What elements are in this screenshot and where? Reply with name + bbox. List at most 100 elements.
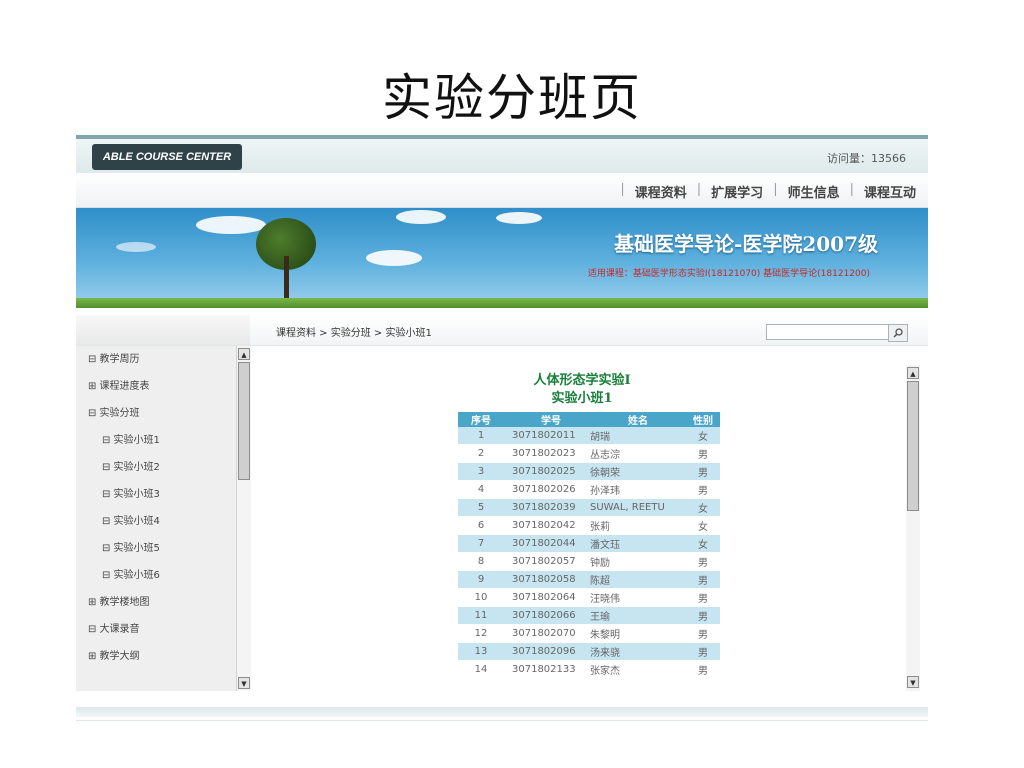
cell-name: 朱黎明 [590, 624, 686, 643]
content-scrollbar[interactable]: ▲ ▼ [906, 365, 920, 691]
table-row: 13 3071802096 汤来骁男 [458, 642, 720, 661]
magnifier-icon [893, 328, 903, 338]
cloud-decoration [366, 250, 422, 266]
table-row: 12 3071802070 朱黎明男 [458, 624, 720, 643]
cell-index: 13 [458, 642, 504, 661]
table-row: 1 3071802011 胡瑞女 [458, 427, 720, 445]
cell-student-id: 3071802133 [504, 660, 590, 679]
table-row: 4 3071802026 孙泽玮男 [458, 480, 720, 499]
cell-name: 钟励 [590, 552, 686, 571]
cell-name: 汤来骁 [590, 642, 686, 661]
cell-index: 4 [458, 480, 504, 499]
nav-item-extended-learning[interactable]: 扩展学习 [711, 182, 763, 201]
nav-item-course-interaction[interactable]: 课程互动 [864, 182, 916, 201]
cell-student-id: 3071802096 [504, 642, 590, 661]
cell-index: 9 [458, 570, 504, 589]
cell-gender: 男 [686, 606, 720, 625]
cell-name: 陈超 [590, 570, 686, 589]
table-title-group: 实验小班1 [551, 391, 613, 406]
cell-student-id: 3071802057 [504, 552, 590, 571]
cell-name: 丛志淙 [590, 444, 686, 463]
col-header-name: 姓名 [590, 412, 686, 427]
cell-name: 汪晓伟 [590, 588, 686, 607]
cell-gender: 男 [686, 570, 720, 589]
cell-name: 张家杰 [590, 660, 686, 679]
nav-separator: | [620, 182, 625, 197]
sidebar-item-lab-group-5[interactable]: ⊟ 实验小班5 [76, 535, 236, 562]
table-row: 2 3071802023 丛志淙男 [458, 444, 720, 463]
sidebar-item-lab-group-3[interactable]: ⊟ 实验小班3 [76, 481, 236, 508]
table-title-course: 人体形态学实验I [533, 373, 631, 388]
sidebar-item-building-map[interactable]: ⊞ 教学楼地图 [76, 589, 236, 616]
main-content: 人体形态学实验I 实验小班1 序号 学号 姓名 性别 1 3071802011 胡瑞… [252, 346, 912, 691]
cell-gender: 男 [686, 660, 720, 679]
table-row: 3 3071802025 徐朝荣男 [458, 462, 720, 481]
nav-item-course-materials[interactable]: 课程资料 [635, 182, 687, 201]
col-header-index: 序号 [458, 412, 504, 427]
cell-index: 5 [458, 498, 504, 517]
sidebar-scroll-thumb[interactable] [238, 362, 250, 480]
cloud-decoration [396, 210, 446, 224]
cell-student-id: 3071802042 [504, 516, 590, 535]
scroll-down-arrow-icon[interactable]: ▼ [907, 676, 919, 688]
student-table: 序号 学号 姓名 性别 1 3071802011 胡瑞女 2 3071802023 丛志淙… [458, 412, 720, 679]
content-scroll-thumb[interactable] [907, 381, 919, 511]
sidebar-scrollbar[interactable]: ▲ ▼ [236, 346, 251, 691]
table-header-row: 序号 学号 姓名 性别 [458, 412, 720, 427]
search-button[interactable] [888, 324, 908, 342]
cell-student-id: 3071802026 [504, 480, 590, 499]
sidebar-item-lab-group-1[interactable]: ⊟ 实验小班1 [76, 427, 236, 454]
sidebar-header [76, 315, 250, 345]
cell-name: 王瑜 [590, 606, 686, 625]
cell-index: 2 [458, 444, 504, 463]
sidebar-item-lab-group-6[interactable]: ⊟ 实验小班6 [76, 562, 236, 589]
cell-index: 6 [458, 516, 504, 535]
col-header-student-id: 学号 [504, 412, 590, 427]
sidebar-item-progress-table[interactable]: ⊞ 课程进度表 [76, 373, 236, 400]
cell-index: 10 [458, 588, 504, 607]
nav-separator: | [773, 182, 778, 197]
cell-student-id: 3071802023 [504, 444, 590, 463]
footer-divider [76, 720, 928, 721]
nav-item-teachers-students[interactable]: 师生信息 [788, 182, 840, 201]
scroll-up-arrow-icon[interactable]: ▲ [238, 348, 250, 360]
nav-separator: | [696, 182, 702, 197]
cell-gender: 男 [686, 462, 720, 481]
cell-name: 徐朝荣 [590, 462, 686, 481]
cell-gender: 女 [686, 516, 720, 535]
cell-index: 3 [458, 462, 504, 481]
sidebar-item-lab-group-4[interactable]: ⊟ 实验小班4 [76, 508, 236, 535]
browser-screenshot: ABLE COURSE CENTER 访问量：13566 | 课程资料 | 扩展… [76, 135, 928, 750]
cell-student-id: 3071802058 [504, 570, 590, 589]
search-input[interactable] [766, 324, 892, 340]
sidebar-item-lab-groups[interactable]: ⊟ 实验分班 [76, 400, 236, 427]
cell-index: 7 [458, 534, 504, 553]
cell-student-id: 3071802044 [504, 534, 590, 553]
grass-strip [76, 298, 928, 308]
cell-index: 11 [458, 606, 504, 625]
sidebar-item-lab-group-2[interactable]: ⊟ 实验小班2 [76, 454, 236, 481]
breadcrumb-bar: 课程资料 > 实验分班 > 实验小班1 [76, 315, 928, 346]
table-row: 11 3071802066 王瑜男 [458, 606, 720, 625]
cell-student-id: 3071802011 [504, 427, 590, 445]
cell-name: 胡瑞 [590, 427, 686, 445]
cell-student-id: 3071802066 [504, 606, 590, 625]
cloud-decoration [116, 242, 156, 252]
cell-index: 1 [458, 427, 504, 445]
cell-gender: 女 [686, 534, 720, 553]
top-bar: ABLE COURSE CENTER 访问量：13566 [76, 135, 928, 177]
cell-index: 8 [458, 552, 504, 571]
cell-gender: 男 [686, 588, 720, 607]
breadcrumb[interactable]: 课程资料 > 实验分班 > 实验小班1 [276, 324, 432, 339]
tree-trunk [284, 256, 289, 300]
sidebar-item-teaching-calendar[interactable]: ⊟ 教学周历 [76, 346, 236, 373]
cell-student-id: 3071802064 [504, 588, 590, 607]
sidebar-item-syllabus[interactable]: ⊞ 教学大纲 [76, 643, 236, 670]
site-logo[interactable]: ABLE COURSE CENTER [92, 144, 242, 170]
scroll-down-arrow-icon[interactable]: ▼ [238, 677, 250, 689]
scroll-up-arrow-icon[interactable]: ▲ [907, 367, 919, 379]
cell-gender: 男 [686, 642, 720, 661]
sidebar-tree: ⊟ 教学周历 ⊞ 课程进度表 ⊟ 实验分班 ⊟ 实验小班1 ⊟ 实验小班2 ⊟ … [76, 346, 236, 691]
sidebar-item-lecture-audio[interactable]: ⊟ 大课录音 [76, 616, 236, 643]
table-row: 14 3071802133 张家杰男 [458, 660, 720, 679]
